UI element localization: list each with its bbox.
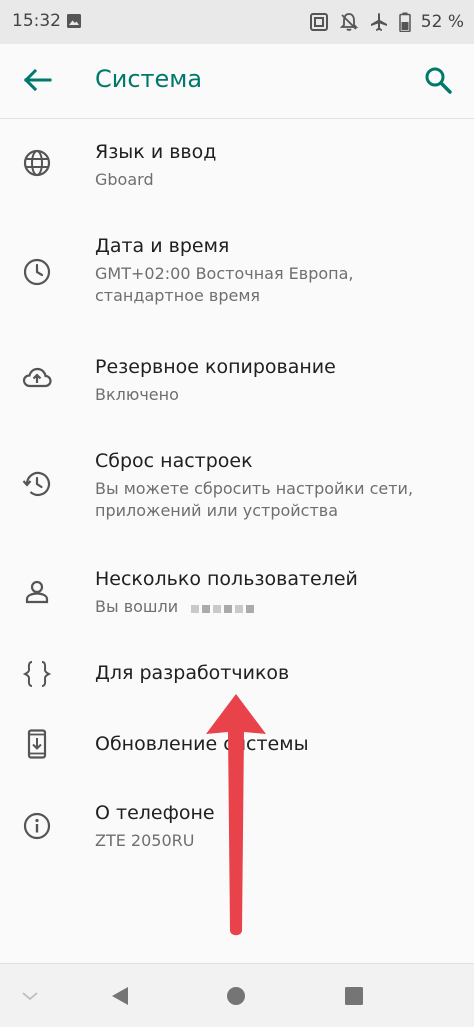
settings-item-summary: Вы вошли xyxy=(95,596,257,619)
history-icon xyxy=(22,469,52,499)
settings-item-title: Дата и время xyxy=(95,235,230,257)
app-bar: Система xyxy=(0,44,474,119)
chevron-down-icon[interactable] xyxy=(20,986,40,1010)
red-arrow-icon xyxy=(200,690,272,946)
settings-item-summary: ZTE 2050RU xyxy=(95,831,195,850)
person-icon xyxy=(22,577,52,607)
settings-item-summary: Включено xyxy=(95,385,179,404)
settings-item-title: Резервное копирование xyxy=(95,356,336,378)
settings-item-title: Язык и ввод xyxy=(95,141,217,163)
status-icons: 52 % xyxy=(309,11,464,33)
nfc-icon xyxy=(309,12,329,32)
nav-recents-icon[interactable] xyxy=(344,986,364,1010)
status-time: 15:32 xyxy=(12,11,61,31)
settings-item-language[interactable]: Язык и ввод Gboard xyxy=(0,119,474,225)
image-notification-icon xyxy=(66,13,82,33)
nav-back-icon[interactable] xyxy=(108,984,132,1012)
settings-item-title: О телефоне xyxy=(95,802,215,824)
search-icon[interactable] xyxy=(420,62,456,98)
globe-icon xyxy=(22,148,52,178)
page-title: Система xyxy=(95,65,203,93)
navigation-bar xyxy=(0,963,474,1027)
nav-home-icon[interactable] xyxy=(226,986,246,1010)
back-arrow-icon[interactable] xyxy=(20,62,56,98)
clock-icon xyxy=(22,257,52,287)
settings-item-summary: Gboard xyxy=(95,170,154,189)
status-bar: 15:32 52 % xyxy=(0,0,474,44)
code-braces-icon xyxy=(22,659,52,689)
settings-item-summary: GMT+02:00 Восточная Европа, xyxy=(95,264,354,283)
settings-item-summary: Вы можете сбросить настройки сети, xyxy=(95,479,414,498)
blurred-account-name xyxy=(191,597,257,619)
signed-in-label: Вы вошли xyxy=(95,597,179,616)
settings-item-users[interactable]: Несколько пользователей Вы вошли xyxy=(0,555,474,655)
settings-item-summary: приложений или устройства xyxy=(95,501,339,520)
settings-item-summary: стандартное время xyxy=(95,286,261,305)
settings-item-title: Сброс настроек xyxy=(95,450,253,472)
screen: 15:32 52 % Система Язык и ввод Gboard Да… xyxy=(0,0,474,1027)
battery-icon xyxy=(399,12,411,32)
settings-item-title: Для разработчиков xyxy=(95,662,290,684)
settings-item-reset[interactable]: Сброс настроек Вы можете сбросить настро… xyxy=(0,437,474,555)
notifications-off-icon xyxy=(339,12,359,32)
settings-item-backup[interactable]: Резервное копирование Включено xyxy=(0,341,474,437)
info-icon xyxy=(22,811,52,841)
airplane-mode-icon xyxy=(369,12,389,32)
settings-item-date-time[interactable]: Дата и время GMT+02:00 Восточная Европа,… xyxy=(0,225,474,341)
system-update-icon xyxy=(22,729,52,759)
cloud-backup-icon xyxy=(22,363,52,393)
battery-percentage: 52 % xyxy=(420,12,464,32)
settings-item-title: Несколько пользователей xyxy=(95,568,358,590)
